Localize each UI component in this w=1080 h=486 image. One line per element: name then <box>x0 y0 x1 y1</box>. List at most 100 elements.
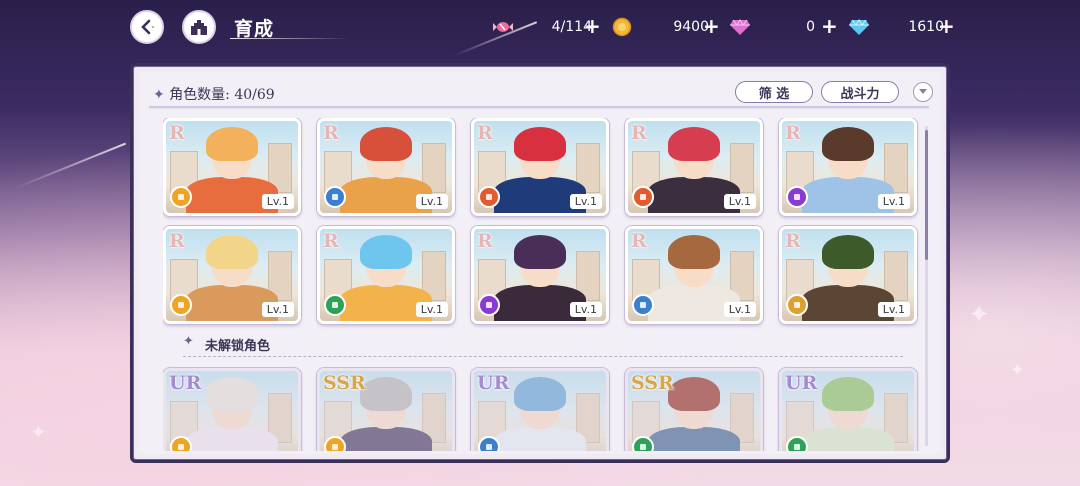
element-icon <box>324 436 346 451</box>
element-icon <box>170 436 192 451</box>
chevron-down-icon <box>919 89 927 94</box>
gold-coin-icon <box>612 17 632 37</box>
level-label: Lv.1 <box>569 194 602 209</box>
resource-candy: 4/114 <box>492 15 592 39</box>
element-icon <box>324 294 346 316</box>
locked-character-card[interactable]: SSR <box>625 368 763 451</box>
level-label: Lv.1 <box>723 302 756 317</box>
level-label: Lv.1 <box>877 302 910 317</box>
add-pink-diamond-button[interactable]: + <box>821 14 838 38</box>
character-card[interactable]: R Lv.1 <box>625 118 763 216</box>
blue-diamond-icon <box>849 19 869 35</box>
element-icon <box>632 186 654 208</box>
gold-count: 9400 <box>673 19 709 35</box>
portrait-hair <box>668 235 720 269</box>
portrait-hair <box>206 127 258 161</box>
portrait-hair <box>822 235 874 269</box>
portrait-hair <box>668 127 720 161</box>
rarity-badge: R <box>323 230 339 252</box>
background-star-icon: ✦ <box>30 420 47 444</box>
rarity-badge: SSR <box>323 372 366 394</box>
back-arrow-icon <box>141 19 154 35</box>
rarity-badge: R <box>785 122 801 144</box>
portrait-hair <box>514 127 566 161</box>
portrait-hair <box>360 127 412 161</box>
character-panel: ✦ 角色数量: 40/69 筛 选 战斗力 ✦ 未解锁角色 R Lv.1 R Lv.1… <box>130 63 950 463</box>
level-label: Lv.1 <box>261 302 294 317</box>
element-icon <box>786 436 808 451</box>
rarity-badge: R <box>631 230 647 252</box>
level-label: Lv.1 <box>415 302 448 317</box>
level-label: Lv.1 <box>877 194 910 209</box>
element-icon <box>786 294 808 316</box>
portrait-hair <box>206 235 258 269</box>
character-card[interactable]: R Lv.1 <box>163 118 301 216</box>
resource-blue-diamond: 1610 <box>848 15 944 39</box>
rarity-badge: R <box>631 122 647 144</box>
header-divider <box>149 106 929 109</box>
resource-pink-diamond: 0 <box>729 15 815 39</box>
background-star-icon: ✦ <box>1010 360 1026 381</box>
filter-button[interactable]: 筛 选 <box>735 81 813 103</box>
title-underline <box>230 38 350 39</box>
sort-power-button[interactable]: 战斗力 <box>821 81 899 103</box>
character-card[interactable]: R Lv.1 <box>471 226 609 324</box>
character-card[interactable]: R Lv.1 <box>779 226 917 324</box>
character-card[interactable]: R Lv.1 <box>779 118 917 216</box>
character-grid: ✦ 未解锁角色 R Lv.1 R Lv.1 R Lv.1 R Lv.1 R Lv.1 R Lv.1 R L… <box>163 118 923 451</box>
rarity-badge: UR <box>169 372 202 394</box>
element-icon <box>170 186 192 208</box>
rarity-badge: UR <box>785 372 818 394</box>
candy-icon <box>493 22 513 32</box>
locked-character-card[interactable]: UR <box>471 368 609 451</box>
back-button[interactable] <box>130 10 164 44</box>
panel-inner: ✦ 角色数量: 40/69 筛 选 战斗力 ✦ 未解锁角色 R Lv.1 R Lv.1… <box>139 72 941 454</box>
portrait-hair <box>514 235 566 269</box>
locked-section-label: 未解锁角色 <box>205 339 271 354</box>
background-streak <box>13 142 127 190</box>
scrollbar-thumb[interactable] <box>925 130 928 260</box>
blue-diamond-count: 1610 <box>908 19 944 35</box>
element-icon <box>478 294 500 316</box>
pink-diamond-icon <box>730 19 750 35</box>
locked-character-card[interactable]: UR <box>163 368 301 451</box>
sparkle-icon: ✦ <box>183 334 194 349</box>
rarity-badge: UR <box>477 372 510 394</box>
page-title: 育成 <box>234 18 275 40</box>
character-count-text: 角色数量: 40/69 <box>169 87 275 103</box>
locked-character-card[interactable]: SSR <box>317 368 455 451</box>
background-star-icon: ✦ <box>968 300 990 330</box>
element-icon <box>324 186 346 208</box>
level-label: Lv.1 <box>415 194 448 209</box>
pink-diamond-count: 0 <box>806 19 815 35</box>
rarity-badge: R <box>477 230 493 252</box>
castle-icon <box>191 20 207 35</box>
rarity-badge: R <box>169 230 185 252</box>
rarity-badge: SSR <box>631 372 674 394</box>
element-icon <box>786 186 808 208</box>
home-button[interactable] <box>182 10 216 44</box>
rarity-badge: R <box>477 122 493 144</box>
character-card[interactable]: R Lv.1 <box>471 118 609 216</box>
sparkle-icon: ✦ <box>153 87 165 103</box>
candy-count: 4/114 <box>551 19 592 35</box>
rarity-badge: R <box>323 122 339 144</box>
add-candy-button[interactable]: + <box>584 14 601 38</box>
character-count-label: ✦ 角色数量: 40/69 <box>153 84 275 104</box>
character-card[interactable]: R Lv.1 <box>317 118 455 216</box>
sort-toggle-button[interactable] <box>913 82 933 102</box>
character-card[interactable]: R Lv.1 <box>317 226 455 324</box>
character-card[interactable]: R Lv.1 <box>625 226 763 324</box>
element-icon <box>478 436 500 451</box>
locked-section-header: ✦ 未解锁角色 <box>183 334 903 357</box>
element-icon <box>632 436 654 451</box>
add-blue-diamond-button[interactable]: + <box>938 14 955 38</box>
element-icon <box>478 186 500 208</box>
scrollbar[interactable] <box>925 126 928 446</box>
add-gold-button[interactable]: + <box>703 14 720 38</box>
locked-section-divider <box>183 356 903 357</box>
rarity-badge: R <box>785 230 801 252</box>
character-card[interactable]: R Lv.1 <box>163 226 301 324</box>
top-bar: 育成 4/114 + 9400 + 0 + 1610 + <box>0 0 1080 56</box>
locked-character-card[interactable]: UR <box>779 368 917 451</box>
